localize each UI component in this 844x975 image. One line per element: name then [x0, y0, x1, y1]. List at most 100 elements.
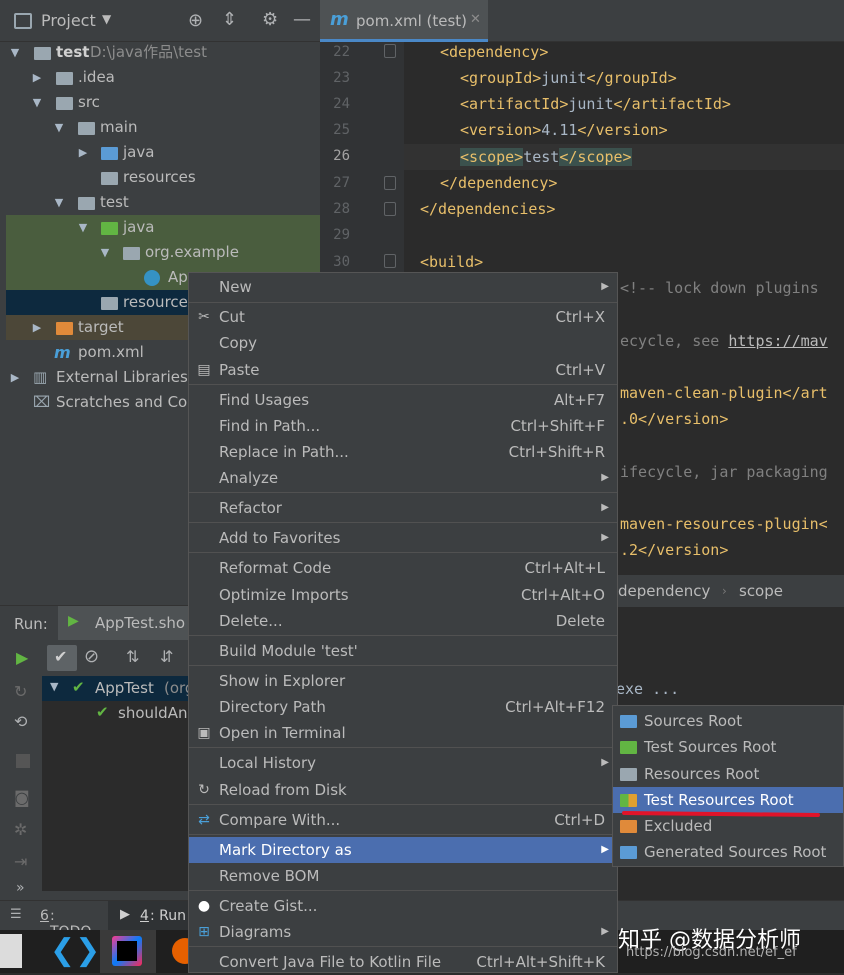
close-icon[interactable]: ✕ [470, 12, 481, 27]
camera-icon[interactable]: ◙ [14, 788, 30, 807]
menu-item-optimize-imports[interactable]: Optimize Imports Ctrl+Alt+O [189, 582, 617, 608]
settings-icon[interactable]: ✲ [14, 820, 27, 839]
menu-item-cut[interactable]: ✂ Cut Ctrl+X [189, 304, 617, 330]
chevron-down-icon[interactable]: ▼ [54, 115, 64, 140]
taskbar-app-icon[interactable] [0, 934, 22, 968]
chevron-down-icon[interactable]: ▼ [32, 90, 42, 115]
folder-icon [56, 97, 73, 110]
code-line[interactable]: </dependencies> [420, 196, 555, 222]
rerun-icon[interactable]: ▶ [16, 648, 28, 667]
menu-item-local-history[interactable]: Local History ▶ [189, 750, 617, 776]
breadcrumb-item[interactable]: scope [739, 575, 783, 607]
more-icon[interactable]: » [16, 880, 25, 896]
sort-alpha-icon[interactable]: ⇅ [126, 647, 139, 666]
code-line[interactable]: ecycle, see https://mav [620, 328, 828, 354]
menu-item-mark-directory-as[interactable]: Mark Directory as ▶ [189, 837, 617, 863]
menu-item-new[interactable]: New ▶ [189, 274, 617, 300]
tree-item-main-java[interactable]: ▶ java [6, 140, 320, 165]
tree-item-test-dir[interactable]: ▼ test [6, 190, 320, 215]
tree-item-src[interactable]: ▼ src [6, 90, 320, 115]
code-line[interactable]: <version>4.11</version> [460, 117, 668, 143]
stop-icon[interactable] [16, 754, 30, 768]
comment-link[interactable]: https://mav [728, 332, 827, 350]
fold-icon[interactable] [384, 202, 396, 216]
project-panel-title[interactable]: Project [41, 11, 96, 30]
vscode-icon[interactable]: ❮❯ [50, 934, 100, 968]
fold-icon[interactable] [384, 44, 396, 58]
code-line[interactable]: <artifactId>junit</artifactId> [460, 91, 731, 117]
submenu-item-test-sources-root[interactable]: Test Sources Root [613, 734, 843, 760]
code-line[interactable]: ifecycle, jar packaging [620, 459, 828, 485]
menu-item-show-in-explorer[interactable]: Show in Explorer [189, 668, 617, 694]
menu-item-refactor[interactable]: Refactor ▶ [189, 495, 617, 521]
code-line[interactable]: <dependency> [440, 39, 548, 65]
taskbar-intellij[interactable] [100, 930, 156, 973]
locate-icon[interactable]: ⊕ [188, 10, 203, 31]
chevron-right-icon[interactable]: ▶ [78, 140, 88, 165]
submenu-item-sources-root[interactable]: Sources Root [613, 708, 843, 734]
check-icon: ✔ [96, 703, 109, 721]
line-number: 27 [333, 175, 350, 191]
sort-duration-icon[interactable]: ⇵ [160, 647, 173, 666]
code-line[interactable]: .2</version> [620, 537, 728, 563]
exit-icon[interactable]: ⇥ [14, 852, 27, 871]
chevron-down-icon[interactable]: ▼ [100, 240, 110, 265]
gear-icon[interactable]: ⚙ [262, 9, 278, 30]
menu-item-add-to-favorites[interactable]: Add to Favorites ▶ [189, 525, 617, 551]
menu-item-delete[interactable]: Delete... Delete [189, 608, 617, 634]
tree-item-org-example[interactable]: ▼ org.example [6, 240, 320, 265]
project-view-icon[interactable] [14, 13, 32, 29]
tree-item-test-root[interactable]: ▼ test D:\java作品\test [6, 40, 320, 65]
show-ignored-icon[interactable]: ⊘ [84, 646, 99, 667]
code-line[interactable]: .0</version> [620, 406, 728, 432]
code-line[interactable]: maven-clean-plugin</art [620, 380, 828, 406]
menu-item-remove-bom[interactable]: Remove BOM [189, 863, 617, 889]
menu-item-create-gist[interactable]: ● Create Gist... [189, 893, 617, 919]
menu-item-reformat-code[interactable]: Reformat Code Ctrl+Alt+L [189, 555, 617, 581]
show-passed-toggle[interactable]: ✔ [47, 645, 77, 671]
chevron-down-icon[interactable]: ▼ [10, 40, 20, 65]
menu-item-analyze[interactable]: Analyze ▶ [189, 465, 617, 491]
tree-item-idea[interactable]: ▶ .idea [6, 65, 320, 90]
tab-todo[interactable]: ☰ 6 : TODO [10, 901, 100, 940]
menu-item-paste[interactable]: ▤ Paste Ctrl+V [189, 357, 617, 383]
menu-item-open-in-terminal[interactable]: ▣ Open in Terminal [189, 720, 617, 746]
menu-item-build-module[interactable]: Build Module 'test' [189, 638, 617, 664]
rerun-failed-icon[interactable]: ↻ [14, 682, 27, 701]
menu-item-compare-with[interactable]: ⇄ Compare With... Ctrl+D [189, 807, 617, 833]
chevron-right-icon[interactable]: ▶ [32, 315, 42, 340]
submenu-item-resources-root[interactable]: Resources Root [613, 761, 843, 787]
menu-item-replace-in-path[interactable]: Replace in Path... Ctrl+Shift+R [189, 439, 617, 465]
toggle-auto-test-icon[interactable]: ⟲ [14, 712, 27, 731]
tree-item-main-resources[interactable]: resources [6, 165, 320, 190]
fold-icon[interactable] [384, 254, 396, 268]
chevron-down-icon[interactable]: ▼ [54, 190, 64, 215]
chevron-down-icon[interactable]: ▼ [78, 215, 88, 240]
menu-item-diagrams[interactable]: ⊞ Diagrams ▶ [189, 919, 617, 945]
menu-item-copy[interactable]: Copy [189, 330, 617, 356]
menu-item-directory-path[interactable]: Directory Path Ctrl+Alt+F12 [189, 694, 617, 720]
submenu-item-test-resources-root[interactable]: Test Resources Root [613, 787, 843, 813]
code-line[interactable]: <groupId>junit</groupId> [460, 65, 677, 91]
menu-item-reload-from-disk[interactable]: ↻ Reload from Disk [189, 777, 617, 803]
tree-item-test-java[interactable]: ▼ java [6, 215, 320, 240]
tree-item-main[interactable]: ▼ main [6, 115, 320, 140]
submenu-item-generated-sources-root[interactable]: Generated Sources Root [613, 839, 843, 865]
code-line[interactable]: <!-- lock down plugins [620, 275, 819, 301]
tab-pom-xml[interactable]: m pom.xml (test) ✕ [320, 0, 488, 42]
menu-item-find-usages[interactable]: Find Usages Alt+F7 [189, 387, 617, 413]
menu-item-find-in-path[interactable]: Find in Path... Ctrl+Shift+F [189, 413, 617, 439]
breadcrumb-item[interactable]: dependency [618, 575, 710, 607]
collapse-all-icon[interactable]: ⇕ [222, 9, 237, 30]
chevron-down-icon[interactable]: ▼ [50, 680, 58, 693]
fold-icon[interactable] [384, 176, 396, 190]
code-line[interactable]: maven-resources-plugin< [620, 511, 828, 537]
chevron-right-icon[interactable]: ▶ [32, 65, 42, 90]
code-line[interactable]: </dependency> [440, 170, 557, 196]
minimize-icon[interactable]: — [293, 9, 311, 30]
tab-run[interactable]: ▶ 4 : Run [108, 901, 196, 931]
menu-item-convert-to-kotlin[interactable]: Convert Java File to Kotlin File Ctrl+Alt… [189, 949, 617, 975]
code-line[interactable]: <scope>test</scope> [460, 144, 632, 170]
chevron-right-icon[interactable]: ▶ [10, 365, 20, 390]
chevron-down-icon[interactable]: ▼ [102, 12, 111, 26]
